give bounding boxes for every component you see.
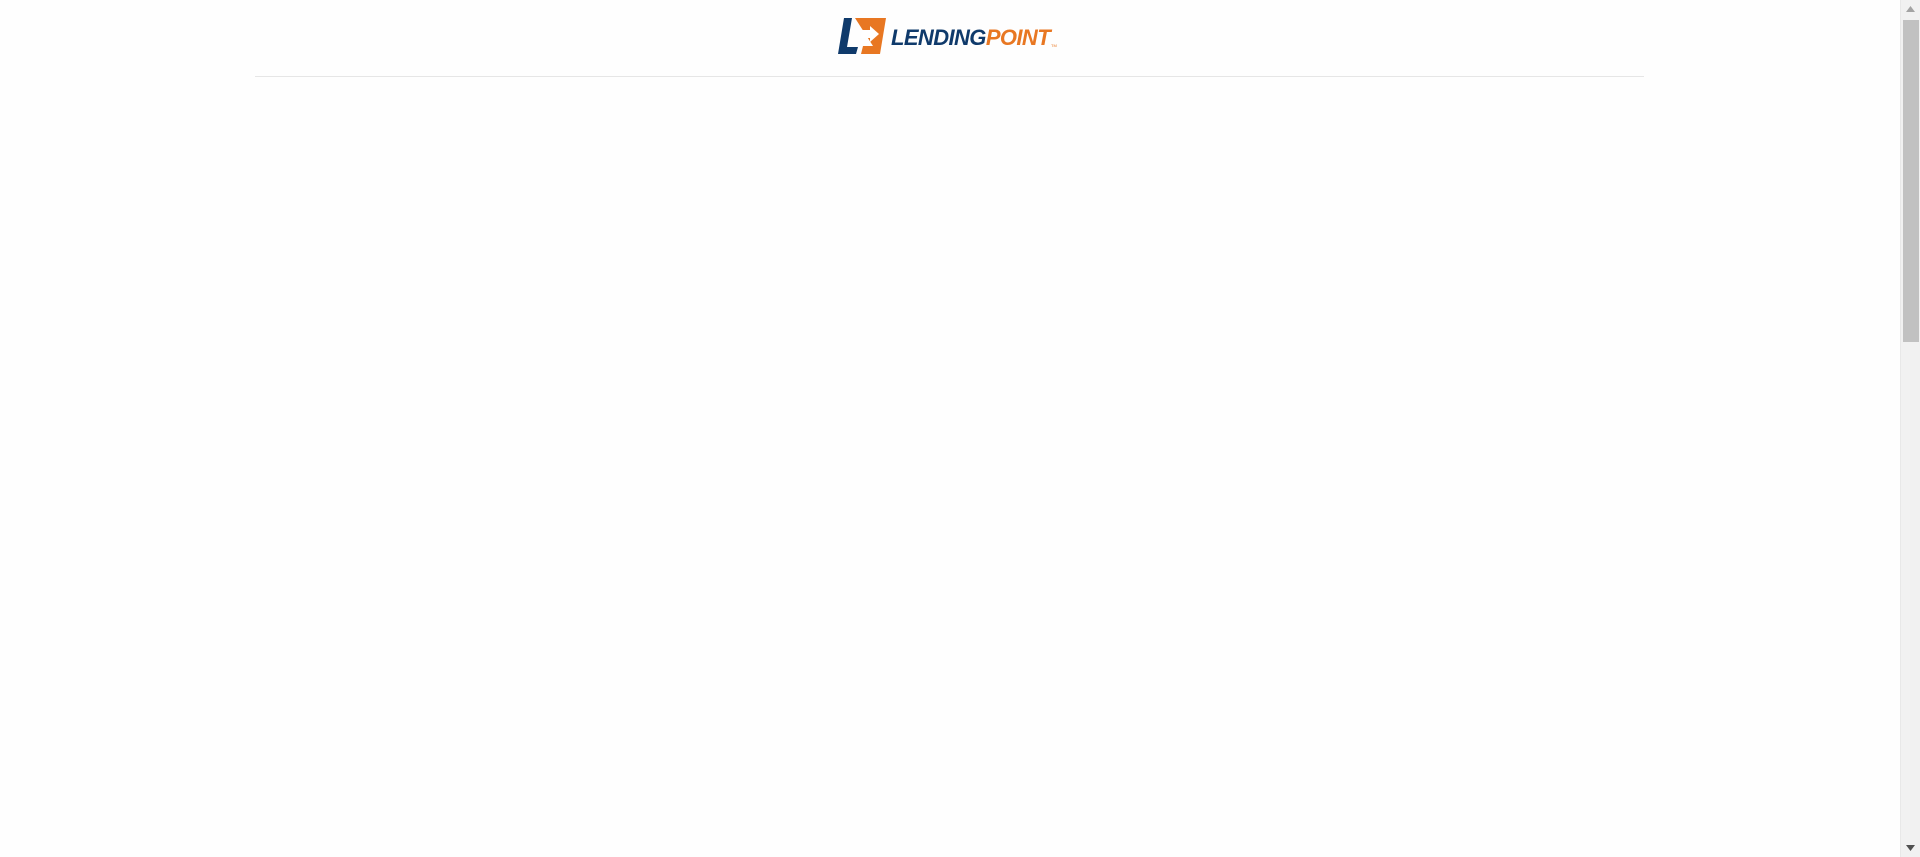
lendingpoint-logo-graphic: LENDINGPOINT TM <box>838 18 1057 54</box>
logo-word-point: POINT <box>986 25 1052 50</box>
logo-l-mark <box>838 18 858 54</box>
triangle-down-icon <box>1906 845 1915 851</box>
logo-wordmark: LENDINGPOINT <box>891 25 1052 50</box>
scroll-up-button[interactable] <box>1901 0 1920 18</box>
logo-word-lending: LENDING <box>891 25 986 50</box>
site-header: LENDINGPOINT TM <box>255 0 1644 77</box>
vertical-scrollbar[interactable] <box>1900 0 1920 857</box>
main-content <box>0 77 1900 857</box>
lendingpoint-logo[interactable]: LENDINGPOINT TM <box>838 17 1060 55</box>
triangle-up-icon <box>1906 6 1915 12</box>
logo-trademark: TM <box>1051 43 1057 48</box>
page: LENDINGPOINT TM <box>0 0 1920 857</box>
scroll-thumb[interactable] <box>1903 20 1919 342</box>
scroll-down-button[interactable] <box>1901 839 1920 857</box>
